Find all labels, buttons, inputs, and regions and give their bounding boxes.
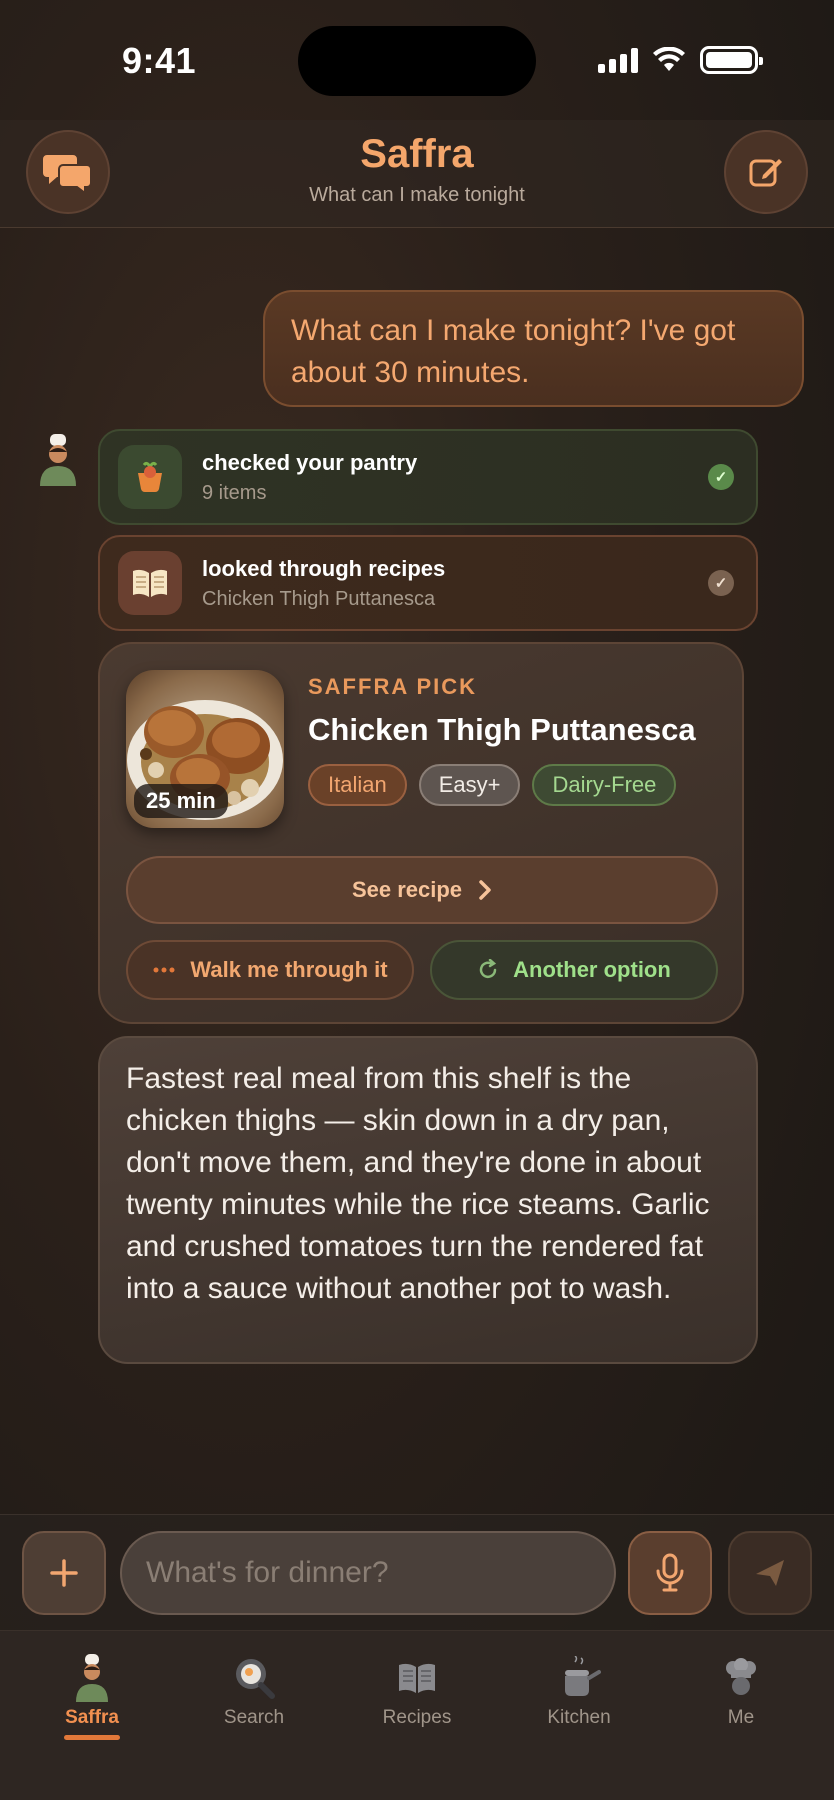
send-arrow-icon <box>756 1560 784 1586</box>
assistant-message-bubble: Fastest real meal from this shelf is the… <box>98 1036 758 1364</box>
tab-label: Kitchen <box>547 1707 611 1728</box>
chef-hat-icon <box>726 1658 756 1695</box>
tool-step-pantry[interactable]: checked your pantry 9 items ✓ <box>98 429 758 525</box>
tab-recipes[interactable]: Recipes <box>352 1653 482 1729</box>
tab-label: Recipes <box>382 1707 452 1728</box>
tab-label: Saffra <box>65 1707 119 1728</box>
checkmark-icon: ✓ <box>708 464 734 490</box>
user-message-bubble: What can I make tonight? I've got about … <box>263 290 804 407</box>
dots-icon <box>153 967 175 973</box>
open-book-icon <box>118 551 182 615</box>
tag-italian: Italian <box>308 764 407 806</box>
microphone-icon <box>656 1553 684 1592</box>
add-attachment-button[interactable] <box>22 1531 106 1615</box>
status-time: 9:41 <box>122 40 197 81</box>
voice-input-button[interactable] <box>628 1531 712 1615</box>
tag-dairy-free: Dairy-Free <box>532 764 677 806</box>
status-bar: 9:41 <box>0 0 834 120</box>
message-input[interactable] <box>120 1531 616 1615</box>
see-recipe-label: See recipe <box>351 877 463 902</box>
tab-bar: Saffra Search Recipes Kitchen Me <box>0 1630 834 1800</box>
chevron-right-icon <box>479 880 491 900</box>
another-option-button[interactable]: Another option <box>430 940 718 1000</box>
pantry-basket-icon <box>118 445 182 509</box>
app-title: Saffra <box>360 132 474 176</box>
refresh-icon <box>479 959 497 979</box>
message-composer <box>0 1514 834 1630</box>
tab-search[interactable]: Search <box>189 1653 319 1729</box>
pick-eyebrow: SAFFRA PICK <box>308 674 478 699</box>
tool-step-title: looked through recipes <box>202 555 446 581</box>
another-option-label: Another option <box>513 957 671 982</box>
chat-header: Saffra What can I make tonight <box>0 120 834 228</box>
wifi-icon <box>653 47 685 71</box>
battery-icon <box>700 46 763 74</box>
tab-me[interactable]: Me <box>676 1653 806 1729</box>
status-icons <box>598 46 763 74</box>
pot-icon <box>565 1656 601 1696</box>
see-recipe-button[interactable]: See recipe <box>126 856 718 924</box>
tool-step-title: checked your pantry <box>202 449 418 475</box>
chef-avatar-icon <box>76 1654 108 1702</box>
tab-kitchen[interactable]: Kitchen <box>514 1653 644 1729</box>
tag-difficulty: Easy+ <box>418 764 521 806</box>
tool-step-detail: Chicken Thigh Puttanesca <box>202 587 436 610</box>
tool-step-detail: 9 items <box>202 481 267 504</box>
app-subtitle: What can I make tonight <box>309 184 525 206</box>
checkmark-icon: ✓ <box>708 570 734 596</box>
cook-time-badge: 25 min <box>134 784 228 818</box>
tool-step-recipes[interactable]: looked through recipes Chicken Thigh Put… <box>98 535 758 631</box>
search-pan-icon <box>236 1659 275 1699</box>
recipe-pick-card: 25 min SAFFRA PICK Chicken Thigh Puttane… <box>98 642 744 1024</box>
chef-avatar-icon <box>40 434 76 486</box>
tab-saffra[interactable]: Saffra <box>27 1653 157 1740</box>
send-button[interactable] <box>728 1531 812 1615</box>
walk-through-button[interactable]: Walk me through it <box>126 940 414 1000</box>
tab-label: Search <box>223 1707 285 1728</box>
active-tab-indicator <box>64 1735 120 1740</box>
compose-icon <box>749 159 782 187</box>
new-chat-button[interactable] <box>724 130 808 214</box>
recipe-tags: Italian Easy+ Dairy-Free <box>308 764 677 806</box>
dish-photo[interactable]: 25 min <box>126 670 284 828</box>
walk-through-label: Walk me through it <box>190 957 388 982</box>
recipe-title: Chicken Thigh Puttanesca <box>308 712 696 747</box>
tab-label: Me <box>727 1707 755 1728</box>
plus-icon <box>50 1559 78 1587</box>
book-icon <box>399 1663 435 1693</box>
cellular-signal-icon <box>598 47 638 73</box>
dynamic-island <box>298 26 536 96</box>
